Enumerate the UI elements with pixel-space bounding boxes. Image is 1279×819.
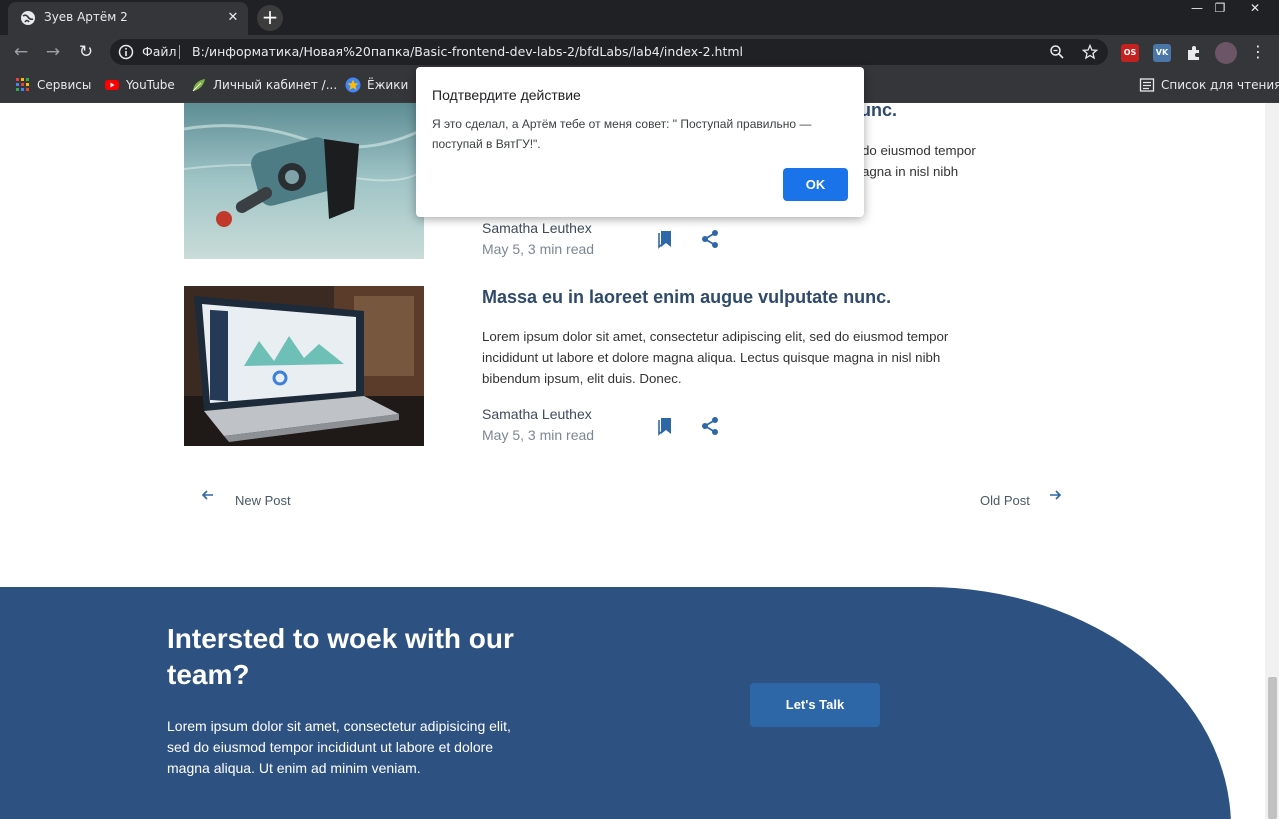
old-post-link[interactable]: Old Post: [980, 493, 1030, 508]
star-badge-icon: [345, 77, 361, 93]
reading-list-icon: [1139, 78, 1155, 92]
post-title[interactable]: unc.: [860, 103, 897, 121]
url-text[interactable]: B:/информатика/Новая%20папка/Basic-front…: [192, 44, 743, 59]
reading-list-label: Список для чтения: [1161, 78, 1279, 92]
page-scrollbar[interactable]: [1265, 103, 1279, 819]
leaf-icon: [192, 79, 205, 92]
bookmark-label: Ёжики: [367, 78, 409, 92]
globe-icon: [21, 11, 35, 25]
post-author: Samatha Leuthex: [482, 220, 592, 236]
post-excerpt: Lorem ipsum dolor sit amet, consectetur …: [482, 329, 949, 386]
post-date: May 5, 3 min read: [482, 241, 595, 257]
dialog-message: Я это сделал, а Артём тебе от меня совет…: [432, 117, 812, 151]
post-author: Samatha Leuthex: [482, 406, 592, 422]
puzzle-extensions-icon[interactable]: [1185, 44, 1203, 62]
post-image-camera: [184, 103, 424, 259]
address-divider: [179, 45, 180, 59]
reading-list-button[interactable]: Список для чтения: [1139, 77, 1279, 95]
bookmark-services[interactable]: Сервисы: [15, 77, 91, 95]
lets-talk-button[interactable]: Let's Talk: [750, 683, 880, 727]
bookmark-label: Сервисы: [37, 78, 92, 92]
reload-icon[interactable]: ↻: [75, 41, 97, 63]
new-post-link[interactable]: New Post: [235, 493, 291, 508]
share-icon[interactable]: [700, 416, 720, 436]
bookmark-label: Личный кабинет /...: [213, 78, 338, 92]
post-excerpt: do eiusmod tempor agna in nisl nibh: [862, 143, 976, 179]
back-arrow-icon[interactable]: ←: [10, 41, 32, 63]
tab-strip: Зуев Артём 2 ✕ + — ❐ ✕: [0, 0, 1279, 35]
scroll-thumb[interactable]: [1268, 677, 1277, 819]
close-tab-icon[interactable]: ✕: [224, 9, 242, 27]
apps-grid-icon: [16, 78, 29, 91]
cta-description: Lorem ipsum dolor sit amet, consectetur …: [167, 718, 511, 776]
address-bar[interactable]: Файл B:/информатика/Новая%20папка/Basic-…: [110, 39, 1108, 65]
os-extension-icon[interactable]: OS: [1121, 44, 1139, 62]
zoom-icon[interactable]: [1049, 44, 1065, 60]
post-title[interactable]: Massa eu in laoreet enim augue vulputate…: [482, 287, 891, 308]
dialog-title: Подтвердите действие: [432, 87, 581, 103]
bookmark-icon[interactable]: [656, 229, 676, 249]
bookmark-personal-cabinet[interactable]: Личный кабинет /...: [191, 77, 337, 95]
ok-button[interactable]: OK: [783, 168, 848, 201]
profile-avatar[interactable]: [1215, 42, 1237, 64]
new-tab-button[interactable]: +: [257, 5, 283, 31]
share-icon[interactable]: [700, 229, 720, 249]
info-icon[interactable]: [118, 44, 134, 60]
arrow-right-icon[interactable]: [1048, 488, 1062, 502]
bookmark-hedgehogs[interactable]: Ёжики: [345, 77, 408, 95]
tab-title: Зуев Артём 2: [44, 10, 128, 24]
browser-tab[interactable]: Зуев Артём 2 ✕: [8, 2, 248, 35]
arrow-left-icon[interactable]: [201, 488, 215, 502]
restore-window-icon[interactable]: ❐: [1205, 0, 1235, 18]
bookmark-label: YouTube: [126, 78, 175, 92]
confirm-dialog: Подтвердите действие Я это сделал, а Арт…: [416, 67, 864, 217]
bookmark-star-icon[interactable]: [1082, 44, 1098, 60]
menu-kebab-icon[interactable]: ⋮: [1250, 41, 1266, 63]
bookmark-youtube[interactable]: YouTube: [104, 77, 175, 95]
post-date: May 5, 3 min read: [482, 427, 595, 443]
forward-arrow-icon[interactable]: →: [42, 41, 64, 63]
post-image-laptop: [184, 286, 424, 446]
browser-toolbar: ← → ↻ Файл B:/информатика/Новая%20папка/…: [0, 35, 1279, 69]
cta-heading: Intersted to woek with our team?: [167, 623, 514, 690]
youtube-icon: [105, 80, 119, 90]
file-scheme-label: Файл: [142, 44, 177, 59]
bookmark-icon[interactable]: [656, 416, 676, 436]
vk-extension-icon[interactable]: VK: [1153, 44, 1171, 62]
close-window-icon[interactable]: ✕: [1240, 0, 1270, 18]
